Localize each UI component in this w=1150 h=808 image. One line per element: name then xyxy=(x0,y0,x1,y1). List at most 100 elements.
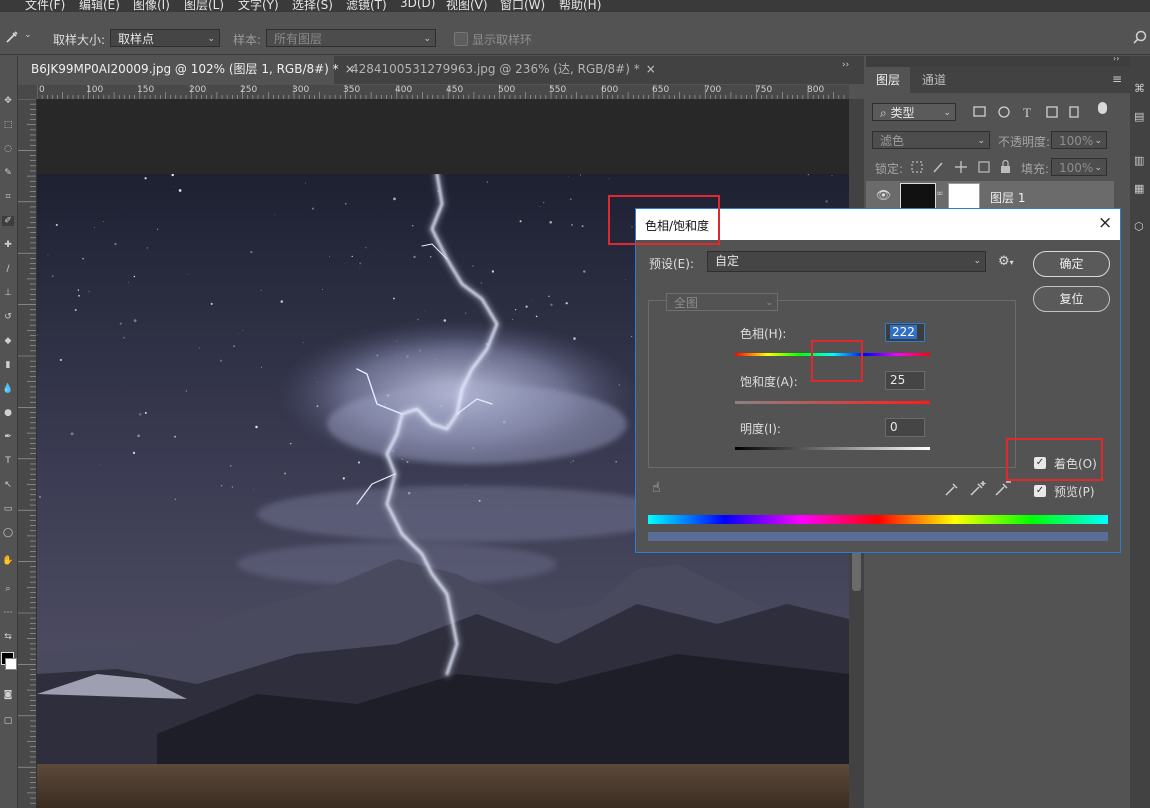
3d-icon[interactable]: ⬡ xyxy=(1134,220,1144,233)
blur-tool-icon[interactable]: 💧 xyxy=(2,384,14,394)
opacity-label: 不透明度: xyxy=(998,135,1051,149)
saturation-input[interactable]: 25 xyxy=(885,371,925,390)
panel-header-strip: ›› xyxy=(866,54,1130,67)
eraser-tool-icon[interactable]: ◆ xyxy=(2,336,14,346)
chevron-down-icon[interactable]: ⌄ xyxy=(24,30,32,40)
ellipse-tool-icon[interactable]: ◯ xyxy=(2,528,14,538)
pen-tool-icon[interactable]: ✒ xyxy=(2,432,14,442)
hue-input[interactable]: 222 xyxy=(885,323,925,342)
background-color-swatch[interactable] xyxy=(5,658,17,670)
hue-label: 色相(H): xyxy=(740,327,787,341)
menu-edit[interactable]: 编辑(E) xyxy=(79,0,120,12)
hand-tool-icon[interactable]: ✋ xyxy=(2,556,14,566)
ruler-tick-label: 200 xyxy=(189,85,207,95)
close-icon[interactable]: × xyxy=(646,62,656,76)
chevron-down-icon: ⌄ xyxy=(977,136,985,146)
show-ring-checkbox[interactable] xyxy=(454,32,468,46)
sample-select[interactable]: 所有图层 ⌄ xyxy=(266,29,436,47)
blend-mode-select[interactable]: 滤色 ⌄ xyxy=(872,131,990,149)
collapse-icon[interactable]: ›› xyxy=(842,60,849,70)
gear-icon[interactable]: ⚙▾ xyxy=(998,254,1014,269)
layer-filter-icons[interactable]: T xyxy=(972,104,1092,120)
menu-filter[interactable]: 滤镜(T) xyxy=(346,0,387,12)
menu-file[interactable]: 文件(F) xyxy=(25,0,65,12)
sample-size-select[interactable]: 取样点 ⌄ xyxy=(110,29,220,47)
filter-toggle-icon[interactable] xyxy=(1098,102,1107,114)
vertical-ruler[interactable] xyxy=(18,99,37,808)
menu-window[interactable]: 窗口(W) xyxy=(500,0,545,12)
chevron-down-icon: ⌄ xyxy=(943,108,951,118)
more-tools-icon[interactable]: ⋯ xyxy=(2,608,14,618)
scrollbar-thumb[interactable] xyxy=(852,549,861,591)
menu-select[interactable]: 选择(S) xyxy=(292,0,333,12)
menu-layer[interactable]: 图层(L) xyxy=(184,0,224,12)
tab-document-1[interactable]: B6JK99MP0AI20009.jpg @ 102% (图层 1, RGB/8… xyxy=(18,56,355,84)
swap-colors-icon[interactable]: ⇆ xyxy=(2,632,14,642)
preset-value: 自定 xyxy=(715,254,740,268)
move-tool-icon[interactable]: ✥ xyxy=(2,96,14,106)
lightness-slider-track[interactable] xyxy=(735,447,930,450)
adjust-icon[interactable]: ▤ xyxy=(1134,110,1144,123)
menu-help[interactable]: 帮助(H) xyxy=(559,0,601,12)
collapse-panel-icon[interactable]: ›› xyxy=(1113,54,1119,63)
chain-link-icon[interactable]: ∞ xyxy=(936,189,944,199)
annotation-title-highlight xyxy=(608,195,720,245)
menu-view[interactable]: 视图(V) xyxy=(446,0,488,12)
ruler-tick-label: 500 xyxy=(498,85,516,95)
tab-layers[interactable]: 图层 xyxy=(866,67,911,93)
menu-image[interactable]: 图像(I) xyxy=(133,0,170,12)
lock-icons[interactable] xyxy=(910,159,1015,175)
saturation-slider-track[interactable] xyxy=(735,401,930,404)
stamp-tool-icon[interactable]: ⊥ xyxy=(2,288,14,298)
fill-input[interactable]: 100% ⌄ xyxy=(1051,158,1107,176)
zoom-tool-icon[interactable]: ⌕ xyxy=(2,584,14,594)
layer-filter-select[interactable]: ⌕ 类型 ⌄ xyxy=(872,103,956,121)
panel-menu-icon[interactable]: ≡ xyxy=(1112,72,1122,86)
eyedropper-icon[interactable] xyxy=(4,29,20,45)
shape-tool-icon[interactable]: ▭ xyxy=(2,504,14,514)
marquee-tool-icon[interactable]: ⬚ xyxy=(2,120,14,130)
preset-select[interactable]: 自定 ⌄ xyxy=(707,251,986,272)
menu-type[interactable]: 文字(Y) xyxy=(238,0,279,12)
quick-mask-icon[interactable]: ◙ xyxy=(2,690,14,700)
history-icon[interactable]: ⌘ xyxy=(1134,82,1145,95)
properties-icon[interactable]: ▥ xyxy=(1134,154,1144,167)
lasso-tool-icon[interactable]: ◌ xyxy=(2,144,14,154)
menu-bar: 文件(F) 编辑(E) 图像(I) 图层(L) 文字(Y) 选择(S) 滤镜(T… xyxy=(0,0,1150,12)
history-brush-icon[interactable]: ↺ xyxy=(2,312,14,322)
tab-document-2[interactable]: 4284100531279963.jpg @ 236% (达, RGB/8#) … xyxy=(338,56,656,84)
eyedropper-icons[interactable] xyxy=(943,480,1023,498)
crop-tool-icon[interactable]: ⌗ xyxy=(2,192,14,202)
type-tool-icon[interactable]: T xyxy=(2,456,14,466)
opacity-input[interactable]: 100% ⌄ xyxy=(1051,131,1107,149)
ruler-tick-label: 650 xyxy=(652,85,670,95)
tab-channels[interactable]: 通道 xyxy=(912,67,956,93)
gradient-tool-icon[interactable]: ▮ xyxy=(2,360,14,370)
layer-mask-thumbnail[interactable] xyxy=(948,183,980,211)
lightness-input[interactable]: 0 xyxy=(885,418,925,437)
quick-select-icon[interactable]: ✎ xyxy=(2,168,14,178)
layer-row[interactable]: 👁 ∞ 图层 1 xyxy=(866,181,1114,211)
search-icon[interactable] xyxy=(1133,29,1149,45)
hand-adjust-icon[interactable]: ☝ xyxy=(652,480,661,496)
layer-thumbnail[interactable] xyxy=(900,183,936,211)
healing-tool-icon[interactable]: ✚ xyxy=(2,240,14,250)
screen-mode-icon[interactable]: ▢ xyxy=(2,716,14,726)
reset-button[interactable]: 复位 xyxy=(1033,286,1110,312)
channel-select[interactable]: 全图 ⌄ xyxy=(666,293,778,311)
path-select-icon[interactable]: ↖ xyxy=(2,480,14,490)
horizontal-ruler[interactable]: 0 100 150 200 250 300 350 400 450 500 55… xyxy=(37,85,849,100)
brush-tool-icon[interactable]: ∕ xyxy=(2,264,14,274)
preview-checkbox[interactable]: ✓ xyxy=(1034,485,1046,497)
eye-icon[interactable]: 👁 xyxy=(876,188,891,202)
ok-button[interactable]: 确定 xyxy=(1033,251,1110,277)
eyedropper-tool-icon[interactable]: ✐ xyxy=(2,216,14,226)
chevron-down-icon: ⌄ xyxy=(765,298,773,308)
paragraph-icon[interactable]: ▦ xyxy=(1134,182,1144,195)
dodge-tool-icon[interactable]: ● xyxy=(2,408,14,418)
close-icon[interactable]: × xyxy=(1098,213,1112,233)
menu-3d[interactable]: 3D(D) xyxy=(400,0,435,10)
sample-size-label: 取样大小: xyxy=(53,33,106,47)
show-ring-label: 显示取样环 xyxy=(472,33,533,47)
lightness-value: 0 xyxy=(890,420,898,434)
